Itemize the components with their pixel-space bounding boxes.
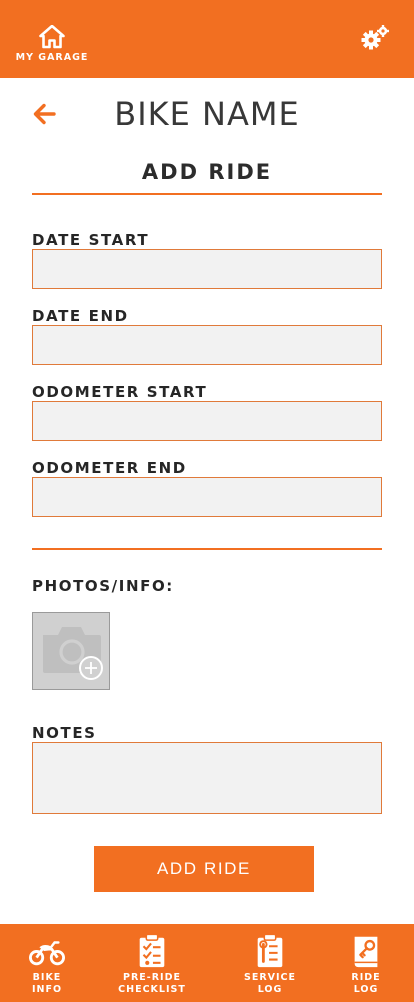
page-title: BIKE NAME: [114, 95, 300, 133]
section-title: ADD RIDE: [141, 160, 273, 184]
middle-divider: [32, 548, 382, 550]
top-bar: MY GARAGE: [0, 0, 414, 78]
my-garage-label: MY GARAGE: [15, 52, 89, 63]
ride-log-icon: [354, 936, 378, 968]
date-end-label: DATE END: [32, 307, 129, 325]
motorcycle-icon: [29, 941, 65, 966]
odometer-end-input[interactable]: [32, 477, 382, 517]
notes-label: NOTES: [32, 724, 97, 742]
odometer-start-input[interactable]: [32, 401, 382, 441]
service-log-icon: [257, 933, 283, 968]
bottom-nav: BIKE INFO PRE-RIDE CHECKLIST SERVICE LOG: [0, 924, 414, 1002]
checklist-icon: [139, 933, 165, 968]
odometer-start-label: ODOMETER START: [32, 383, 208, 401]
nav-label-bike-info: BIKE INFO: [31, 972, 63, 995]
home-icon: [39, 25, 65, 49]
nav-label-service-log: SERVICE LOG: [244, 972, 296, 995]
nav-label-ride-log: RIDE LOG: [351, 972, 381, 995]
date-start-input[interactable]: [32, 249, 382, 289]
odometer-end-label: ODOMETER END: [32, 459, 187, 477]
nav-label-pre-ride-checklist: PRE-RIDE CHECKLIST: [118, 972, 186, 995]
add-ride-button[interactable]: ADD RIDE: [94, 846, 314, 892]
gears-icon[interactable]: [360, 24, 390, 52]
arrow-left-icon[interactable]: [32, 102, 58, 126]
nav-service-log[interactable]: SERVICE LOG: [240, 932, 300, 996]
top-divider: [32, 193, 382, 195]
nav-pre-ride-checklist[interactable]: PRE-RIDE CHECKLIST: [116, 932, 188, 996]
notes-textarea[interactable]: [32, 742, 382, 814]
photos-info-label: PHOTOS/INFO:: [32, 577, 174, 595]
my-garage-button[interactable]: MY GARAGE: [10, 25, 94, 67]
date-start-label: DATE START: [32, 231, 150, 249]
date-end-input[interactable]: [32, 325, 382, 365]
add-photo-button[interactable]: [32, 612, 110, 690]
nav-bike-info[interactable]: BIKE INFO: [27, 932, 67, 996]
nav-ride-log[interactable]: RIDE LOG: [346, 932, 386, 996]
camera-add-icon: [43, 627, 103, 680]
